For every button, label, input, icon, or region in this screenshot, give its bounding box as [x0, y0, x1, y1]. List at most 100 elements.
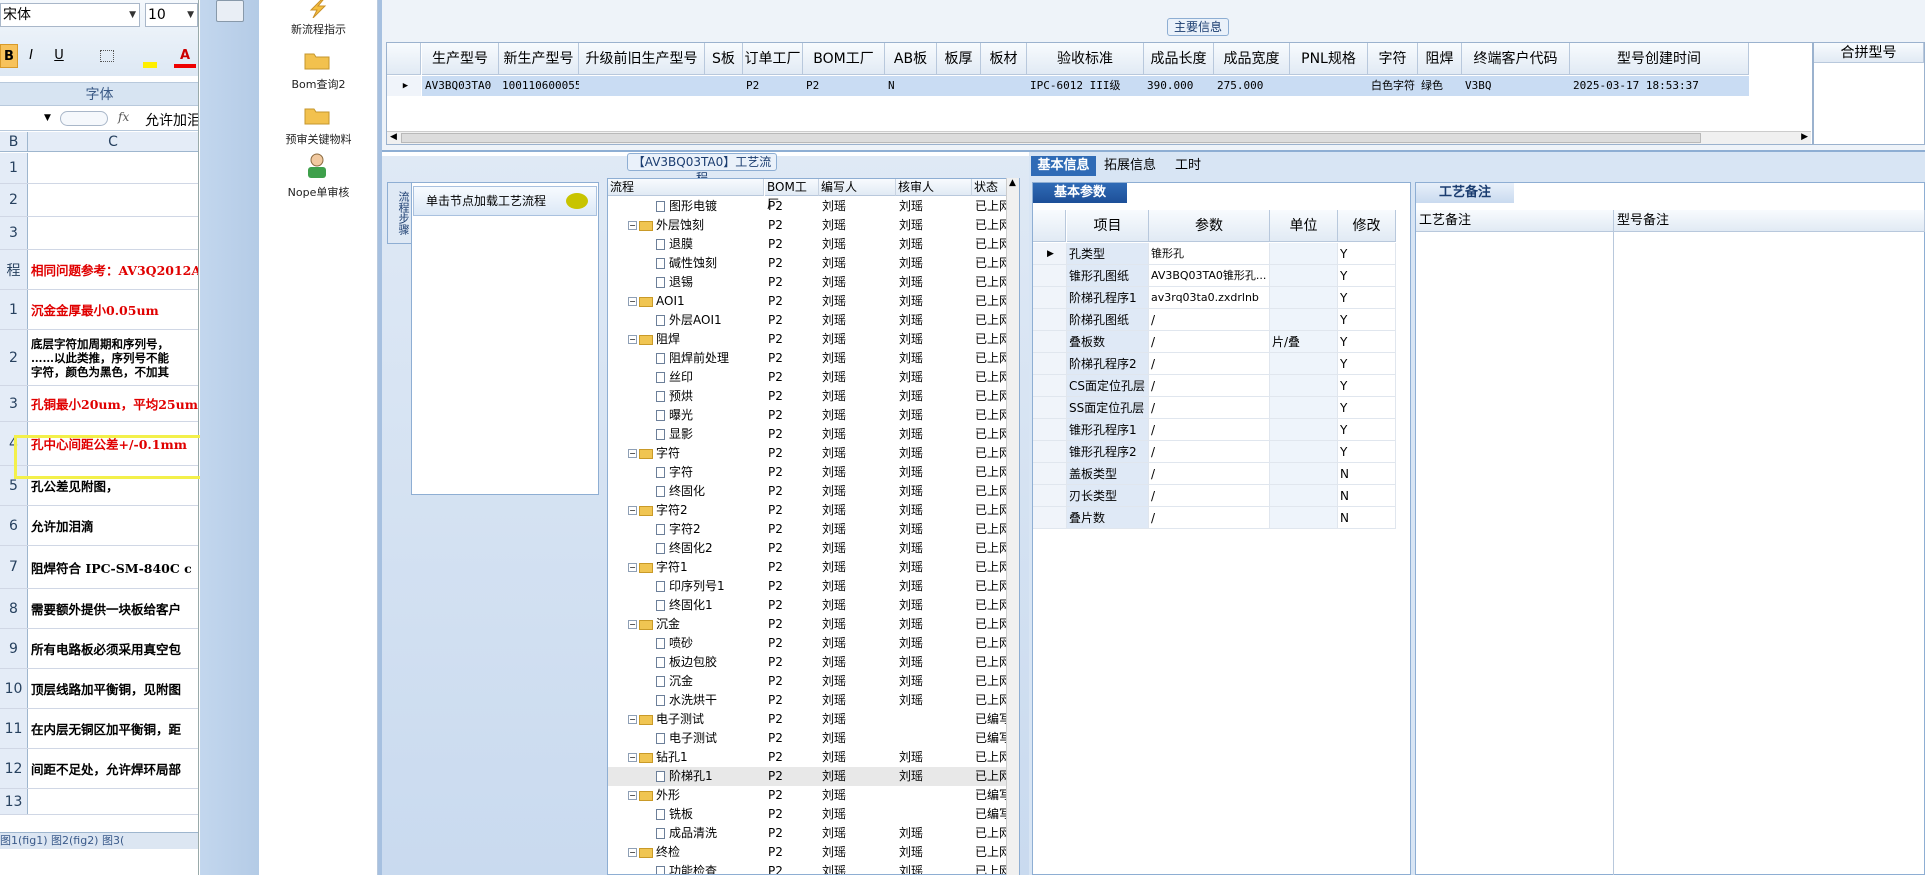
tree-node[interactable]: 终固化1 — [656, 596, 764, 615]
row-number[interactable]: 3 — [0, 217, 28, 249]
basic-param-cell[interactable]: / — [1149, 441, 1270, 463]
tab-work-hours[interactable]: 工时 — [1166, 156, 1210, 176]
tree-row[interactable]: 终固化 P2 刘瑶 刘瑶 已上网 — [608, 482, 1010, 501]
main-data-cell[interactable] — [981, 76, 1027, 96]
excel-cell[interactable] — [31, 789, 198, 814]
tree-node[interactable]: − 钻孔1 — [628, 748, 764, 767]
main-header-cell[interactable]: 板厚 — [937, 43, 981, 75]
main-header-cell[interactable]: PNL规格 — [1290, 43, 1368, 75]
fx-icon[interactable]: fx — [118, 110, 129, 124]
scroll-left-icon[interactable]: ◀ — [390, 132, 397, 142]
basic-edit-cell[interactable]: Y — [1338, 375, 1396, 397]
collapse-icon[interactable]: − — [628, 620, 637, 629]
row-number[interactable]: 3 — [0, 386, 28, 421]
tree-node[interactable]: 丝印 — [656, 368, 764, 387]
row-number[interactable]: 1 — [0, 153, 28, 183]
basic-row[interactable]: 叠片数 / N — [1033, 507, 1405, 529]
tree-row[interactable]: 曝光 P2 刘瑶 刘瑶 已上网 — [608, 406, 1010, 425]
underline-button[interactable]: U — [44, 44, 74, 68]
tree-row[interactable]: 水洗烘干 P2 刘瑶 刘瑶 已上网 — [608, 691, 1010, 710]
basic-row[interactable]: 锥形孔图纸 AV3BQ03TA0锥形孔... Y — [1033, 265, 1405, 287]
border-button[interactable] — [93, 44, 121, 68]
excel-cell[interactable]: 顶层线路加平衡铜，见附图 — [31, 669, 198, 708]
tree-row[interactable]: 电子测试 P2 刘瑶 已编写 — [608, 729, 1010, 748]
main-header-cell[interactable]: BOM工厂 — [803, 43, 885, 75]
tree-node[interactable]: 沉金 — [656, 672, 764, 691]
tree-header-cell[interactable]: BOM工厂 — [765, 179, 819, 211]
tree-node[interactable]: 电子测试 — [656, 729, 764, 748]
tree-row[interactable]: − 外形 P2 刘瑶 已编写 — [608, 786, 1010, 805]
excel-cell[interactable]: 需要额外提供一块板给客户 — [31, 589, 198, 628]
tree-row[interactable]: − 字符1 P2 刘瑶 刘瑶 已上网 — [608, 558, 1010, 577]
fill-color-button[interactable] — [136, 44, 164, 68]
collapse-icon[interactable]: − — [628, 335, 637, 344]
main-data-cell[interactable]: 275.000 — [1214, 76, 1290, 96]
tree-row[interactable]: − 外层蚀刻 P2 刘瑶 刘瑶 已上网 — [608, 216, 1010, 235]
main-data-cell[interactable] — [1290, 76, 1368, 96]
basic-edit-cell[interactable]: N — [1338, 463, 1396, 485]
basic-row[interactable]: 阶梯孔图纸 / Y — [1033, 309, 1405, 331]
tree-header-cell[interactable]: 状态 — [972, 179, 1010, 196]
main-data-cell[interactable]: 绿色 — [1418, 76, 1462, 96]
tree-node[interactable]: − AOI1 — [628, 292, 764, 311]
tree-row[interactable]: 功能检查 P2 刘瑶 刘瑶 已上网 — [608, 862, 1010, 874]
collapse-icon[interactable]: − — [628, 715, 637, 724]
basic-unit-cell[interactable] — [1270, 375, 1338, 397]
tree-row[interactable]: 喷砂 P2 刘瑶 刘瑶 已上网 — [608, 634, 1010, 653]
column-c-header[interactable]: C — [28, 132, 198, 152]
main-data-cell[interactable]: 2025-03-17 18:53:37 — [1570, 76, 1749, 96]
main-data-cell[interactable]: 白色字符 — [1368, 76, 1418, 96]
flow-side-tab[interactable]: 流程步骤 — [387, 182, 411, 244]
tree-node[interactable]: − 终检 — [628, 843, 764, 862]
basic-header-cell[interactable]: 单位 — [1270, 210, 1338, 242]
tree-node[interactable]: 板边包胶 — [656, 653, 764, 672]
tree-node[interactable]: 功能检查 — [656, 862, 764, 874]
collapse-icon[interactable]: − — [628, 449, 637, 458]
process-remark-text[interactable] — [1416, 232, 1614, 875]
tree-node[interactable]: 字符2 — [656, 520, 764, 539]
tree-row[interactable]: − 电子测试 P2 刘瑶 已编写 — [608, 710, 1010, 729]
main-data-cell[interactable]: 10011060005541 — [499, 76, 579, 96]
nav-item-nope-review[interactable]: Nope单审核 — [259, 184, 378, 200]
basic-unit-cell[interactable] — [1270, 265, 1338, 287]
tree-node[interactable]: 碱性蚀刻 — [656, 254, 764, 273]
tree-node[interactable]: 退膜 — [656, 235, 764, 254]
row-number[interactable]: 10 — [0, 669, 28, 708]
tree-node[interactable]: 终固化2 — [656, 539, 764, 558]
tree-node[interactable]: 终固化 — [656, 482, 764, 501]
basic-unit-cell[interactable] — [1270, 463, 1338, 485]
tree-row[interactable]: 显影 P2 刘瑶 刘瑶 已上网 — [608, 425, 1010, 444]
row-number[interactable]: 程 — [0, 250, 28, 289]
tree-node[interactable]: − 外形 — [628, 786, 764, 805]
tree-row[interactable]: − 字符2 P2 刘瑶 刘瑶 已上网 — [608, 501, 1010, 520]
scroll-up-icon[interactable]: ▲ — [1009, 178, 1016, 188]
basic-row[interactable]: 阶梯孔程序2/ Y — [1033, 353, 1405, 375]
tree-node[interactable]: 水洗烘干 — [656, 691, 764, 710]
tree-node[interactable]: 铣板 — [656, 805, 764, 824]
tree-node[interactable]: 成品清洗 — [656, 824, 764, 843]
tree-node[interactable]: 字符 — [656, 463, 764, 482]
tree-row[interactable]: 铣板 P2 刘瑶 已编写 — [608, 805, 1010, 824]
collapse-icon[interactable]: − — [628, 753, 637, 762]
excel-cell[interactable]: 相同问题参考：AV3Q2012A — [31, 250, 198, 289]
basic-row[interactable]: ▶ 孔类型 锥形孔 Y — [1033, 243, 1405, 265]
collapse-icon[interactable]: − — [628, 848, 637, 857]
main-header-cell[interactable]: 字符 — [1368, 43, 1418, 75]
nav-item-bom-query[interactable]: Bom查询2 — [259, 76, 378, 92]
row-number[interactable]: 12 — [0, 749, 28, 788]
tree-row[interactable]: 外层AOI1 P2 刘瑶 刘瑶 已上网 — [608, 311, 1010, 330]
main-data-cell[interactable] — [937, 76, 981, 96]
collapse-icon[interactable]: − — [628, 297, 637, 306]
basic-edit-cell[interactable]: Y — [1338, 419, 1396, 441]
font-color-button[interactable]: A — [174, 44, 196, 68]
tree-row[interactable]: − 钻孔1 P2 刘瑶 刘瑶 已上网 — [608, 748, 1010, 767]
tree-row[interactable]: 字符2 P2 刘瑶 刘瑶 已上网 — [608, 520, 1010, 539]
excel-cell[interactable]: 间距不足处，允许焊环局部 — [31, 749, 198, 788]
basic-unit-cell[interactable] — [1270, 419, 1338, 441]
row-number[interactable]: 13 — [0, 789, 28, 814]
tree-row[interactable]: 碱性蚀刻 P2 刘瑶 刘瑶 已上网 — [608, 254, 1010, 273]
basic-param-cell[interactable]: / — [1149, 419, 1270, 441]
basic-header-cell[interactable]: 参数 — [1149, 210, 1270, 242]
excel-cell[interactable]: 沉金金厚最小0.05um — [31, 290, 198, 329]
nav-item-new-process[interactable]: 新流程指示 — [259, 21, 378, 37]
